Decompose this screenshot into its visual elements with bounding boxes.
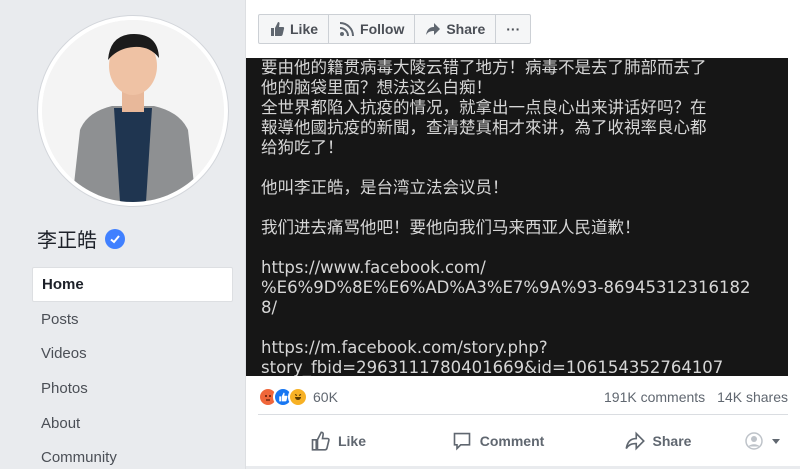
post-image-line: 我们进去痛骂他吧！要他向我们马来西亚人民道歉！ (261, 218, 641, 237)
like-page-button[interactable]: Like (259, 15, 330, 43)
profile-picture-frame[interactable] (37, 15, 229, 207)
post-image[interactable]: 要由他的籍贯病毒大陵云错了地方！病毒不是去了肺部而去了 他的脑袋里面？想法这么白痴… (246, 58, 788, 376)
share-post-label: Share (652, 433, 692, 449)
post-image-line: 要由他的籍贯病毒大陵云错了地方！病毒不是去了肺部而去了 (261, 58, 707, 77)
comment-icon (453, 432, 471, 451)
post-image-line: 8/ (261, 298, 278, 317)
nav-item-about[interactable]: About (32, 406, 233, 441)
follow-icon (339, 22, 355, 37)
like-post-label: Like (337, 433, 366, 449)
page-nav: Home Posts Videos Photos About Community (32, 267, 233, 469)
person-photo-icon (42, 20, 224, 202)
engagement-counts: 191K comments 14K shares (604, 389, 788, 405)
post-image-blank-line (261, 158, 781, 178)
dropdown-icon (772, 439, 780, 444)
like-page-label: Like (290, 21, 319, 37)
post-image-line: story_fbid=2963111780401669&id=106154352… (261, 358, 724, 376)
post-image-line: 他的脑袋里面？想法这么白痴！ (261, 78, 492, 97)
share-icon (426, 23, 441, 35)
post-image-line: %E6%9D%8E%E6%AD%A3%E7%9A%93-869453123161… (261, 278, 751, 297)
profile-picture[interactable] (42, 20, 224, 202)
post-image-line: https://www.facebook.com/ (261, 258, 486, 277)
actions-divider (258, 414, 788, 415)
left-column: 李正皓 Home Posts Videos Photos About Commu… (0, 0, 245, 469)
like-outline-icon (311, 431, 330, 451)
comments-count[interactable]: 191K comments (604, 389, 705, 405)
post-image-line: 報導他國抗疫的新聞，查清楚真相才來讲，為了收視率良心都 (261, 118, 707, 137)
post-image-blank-line (261, 238, 781, 258)
more-icon: ··· (506, 21, 521, 37)
post-as-selector[interactable] (738, 432, 788, 450)
like-post-button[interactable]: Like (258, 431, 418, 451)
post-image-line: 给狗吃了！ (261, 138, 344, 157)
post-actions: Like Comment Share (258, 422, 788, 460)
follow-button[interactable]: Follow (329, 15, 416, 43)
haha-reaction-icon (288, 387, 308, 407)
page-title[interactable]: 李正皓 (37, 224, 97, 253)
nav-item-photos[interactable]: Photos (32, 371, 233, 406)
reaction-icons[interactable]: 60K (258, 387, 338, 407)
nav-item-videos[interactable]: Videos (32, 336, 233, 371)
like-icon (271, 22, 285, 36)
share-arrow-icon (624, 431, 645, 451)
more-options-button[interactable]: ··· (496, 15, 530, 43)
comment-button[interactable]: Comment (418, 431, 578, 451)
post-stats: 60K 191K comments 14K shares (258, 385, 788, 409)
post-image-line: https://m.facebook.com/story.php? (261, 338, 548, 357)
nav-item-home[interactable]: Home (32, 267, 233, 302)
share-page-button[interactable]: Share (415, 15, 497, 43)
reaction-count[interactable]: 60K (313, 389, 338, 405)
share-page-label: Share (446, 21, 486, 37)
shares-count[interactable]: 14K shares (717, 389, 788, 405)
comment-label: Comment (479, 433, 545, 449)
nav-item-posts[interactable]: Posts (32, 302, 233, 337)
avatar-icon (745, 432, 763, 450)
verified-badge-icon (105, 228, 125, 249)
post-image-blank-line (261, 318, 781, 338)
post-image-blank-line (261, 198, 781, 218)
post-image-line: 全世界都陷入抗疫的情况，就拿出一点良心出来讲话好吗？在 (261, 98, 707, 117)
page-toolbar: Like Follow Share ··· (258, 14, 532, 44)
post-image-line: 他叫李正皓，是台湾立法会议员！ (261, 178, 509, 197)
share-post-button[interactable]: Share (578, 431, 738, 451)
follow-label: Follow (360, 21, 405, 37)
post-image-text: 要由他的籍贯病毒大陵云错了地方！病毒不是去了肺部而去了 他的脑袋里面？想法这么白痴… (261, 58, 781, 376)
nav-item-community[interactable]: Community (32, 440, 233, 469)
post-card: Like Follow Share ··· 要由他的籍贯病毒大陵云错了地方！病毒… (245, 0, 800, 469)
page-name-row: 李正皓 (37, 224, 125, 253)
